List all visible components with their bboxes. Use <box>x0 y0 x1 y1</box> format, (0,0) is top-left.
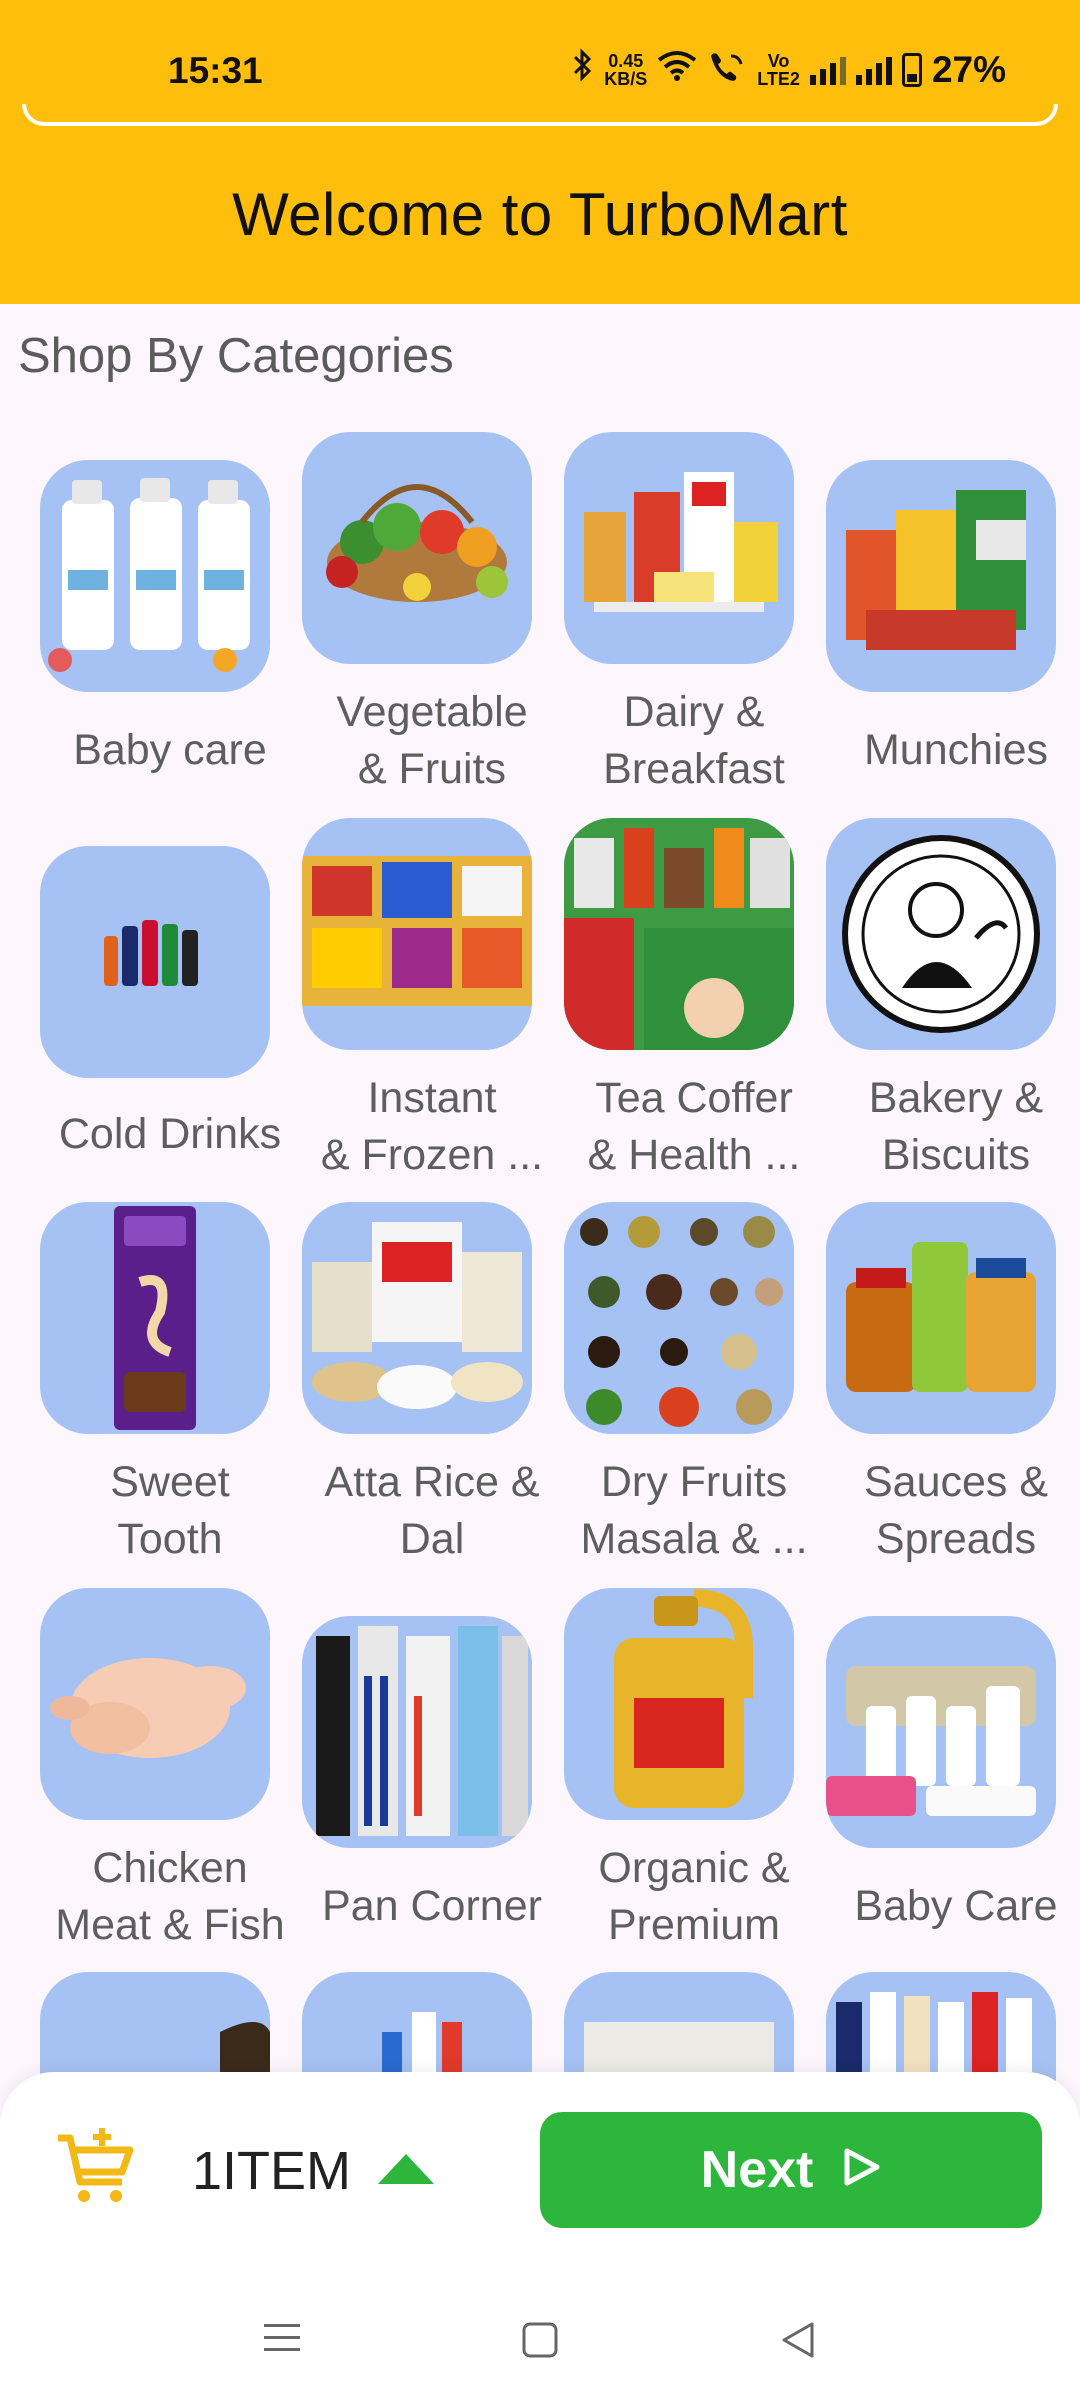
label-line1: Munchies <box>863 726 1049 774</box>
label-line1: Instant <box>367 1074 497 1122</box>
category-image <box>40 1588 270 1820</box>
category-image <box>564 1202 794 1434</box>
label-line1: Sauces & <box>863 1458 1049 1506</box>
triangle-up-icon[interactable] <box>378 2154 434 2189</box>
label-line2: Spreads <box>875 1515 1037 1563</box>
label-line2: Masala & ... <box>580 1515 808 1563</box>
label-line2: & Health ... <box>587 1131 801 1179</box>
category-label: Bakery & Biscuits <box>826 1070 1080 1184</box>
category-image <box>826 818 1056 1050</box>
label-line1: Organic & <box>598 1844 790 1892</box>
category-label: Pan Corner <box>302 1878 562 1935</box>
category-image <box>302 818 532 1050</box>
category-image <box>564 1588 794 1820</box>
category-image <box>564 818 794 1050</box>
category-image <box>40 846 270 1078</box>
category-label: Dairy & Breakfast <box>564 684 824 798</box>
category-label: Cold Drinks <box>40 1106 300 1163</box>
next-label: Next <box>700 2141 814 2199</box>
label-line1: Cold Drinks <box>58 1110 282 1158</box>
label-line1: Pan Corner <box>322 1882 542 1930</box>
category-label: Baby Care <box>826 1878 1080 1935</box>
label-line1: Vegetable <box>336 688 528 736</box>
category-label: Sauces & Spreads <box>826 1454 1080 1568</box>
label-line1: Baby Care <box>854 1882 1058 1930</box>
label-line1: Dry Fruits <box>600 1458 788 1506</box>
label-line1: Sweet <box>110 1458 230 1506</box>
category-label: Tea Coffer & Health ... <box>564 1070 824 1184</box>
label-line2: Dal <box>399 1515 465 1563</box>
category-image <box>564 432 794 664</box>
label-line2: Breakfast <box>603 745 785 793</box>
category-image <box>40 460 270 692</box>
category-image <box>302 1616 532 1848</box>
category-label: Instant & Frozen ... <box>302 1070 562 1184</box>
label-line2: Biscuits <box>881 1131 1031 1179</box>
square-icon[interactable] <box>520 2320 560 2365</box>
category-label: Chicken Meat & Fish <box>40 1840 300 1954</box>
category-image <box>826 460 1056 692</box>
add-shopping-cart-icon[interactable] <box>52 2124 136 2213</box>
label-line2: & Fruits <box>357 745 507 793</box>
label-line1: Atta Rice & <box>324 1458 540 1506</box>
category-image <box>302 1202 532 1434</box>
category-label: Atta Rice & Dal <box>302 1454 562 1568</box>
label-line1: Tea Coffer <box>595 1074 793 1122</box>
category-label: Munchies <box>826 722 1080 779</box>
label-line2: & Frozen ... <box>320 1131 544 1179</box>
system-nav-bar <box>0 2290 1080 2400</box>
back-triangle-icon[interactable] <box>778 2320 818 2365</box>
next-button[interactable]: Next <box>540 2112 1042 2228</box>
menu-icon[interactable] <box>262 2320 302 2361</box>
category-label: Baby care <box>40 722 300 779</box>
category-image <box>826 1616 1056 1848</box>
label-line2: Premium <box>607 1901 781 1949</box>
play-arrow-icon <box>841 2140 881 2200</box>
label-line1: Dairy & <box>623 688 765 736</box>
category-label: Organic & Premium <box>564 1840 824 1954</box>
label-line2: Tooth <box>117 1515 223 1563</box>
label-line2: Meat & Fish <box>55 1901 285 1949</box>
label-line1: Baby care <box>73 726 267 774</box>
category-label: Dry Fruits Masala & ... <box>564 1454 824 1568</box>
category-label: Sweet Tooth <box>40 1454 300 1568</box>
label-line1: Chicken <box>92 1844 248 1892</box>
category-label: Vegetable & Fruits <box>302 684 562 798</box>
cart-item-count[interactable]: 1ITEM <box>192 2140 351 2202</box>
label-line1: Bakery & <box>868 1074 1044 1122</box>
category-image <box>40 1202 270 1434</box>
category-image <box>826 1202 1056 1434</box>
category-grid: Baby care Vegetable & Fruits Dairy & Bre… <box>0 0 1080 2204</box>
category-image <box>302 432 532 664</box>
